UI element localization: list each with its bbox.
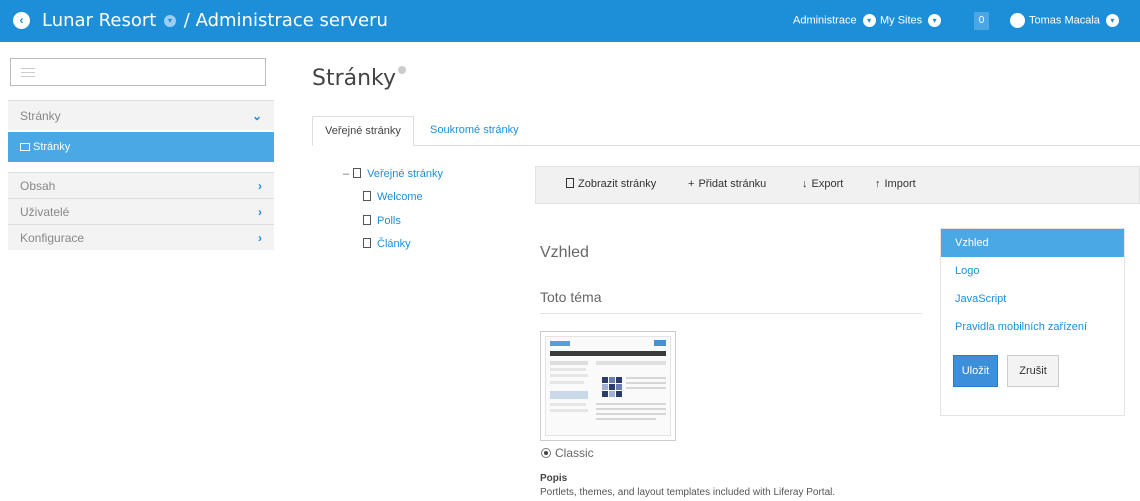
tab-bar: Veřejné stránky Soukromé stránky xyxy=(312,116,1140,146)
tree-item-label[interactable]: Články xyxy=(377,238,411,250)
description-text: Portlets, themes, and layout templates i… xyxy=(540,487,836,498)
tab-private-pages[interactable]: Soukromé stránky xyxy=(418,116,531,146)
page-icon xyxy=(20,143,30,151)
download-icon: ↓ xyxy=(802,178,808,190)
title-separator: / xyxy=(183,10,190,31)
sidebar-item-label: Stránky xyxy=(20,109,61,123)
sidebar-item-label: Uživatelé xyxy=(20,205,70,219)
help-icon[interactable] xyxy=(398,66,407,74)
chevron-right-icon: › xyxy=(258,179,262,193)
sidebar-item-label: Stránky xyxy=(33,141,71,153)
current-theme-heading: Toto téma xyxy=(540,289,602,305)
user-chevron-down-icon[interactable]: ▾ xyxy=(1105,14,1119,27)
add-page-button[interactable]: + Přidat stránku xyxy=(688,178,766,190)
page-icon xyxy=(566,178,574,188)
add-page-label: Přidat stránku xyxy=(698,178,767,190)
chevron-right-icon: › xyxy=(258,205,262,219)
chevron-right-icon: › xyxy=(258,231,262,245)
theme-thumbnail-image xyxy=(545,336,671,436)
section-title: Vzhled xyxy=(540,244,589,261)
page-icon xyxy=(353,168,362,178)
page-title: Stránky xyxy=(312,66,407,91)
theme-name: Classic xyxy=(555,446,594,460)
sidebar-item-konfigurace[interactable]: Konfigurace › xyxy=(8,224,274,250)
user-menu[interactable]: Tomas Macala ▾ xyxy=(1029,14,1119,27)
user-avatar[interactable] xyxy=(1010,13,1025,28)
sidebar-item-label: Konfigurace xyxy=(20,231,85,245)
import-label: Import xyxy=(884,178,916,190)
plus-icon: + xyxy=(688,178,695,190)
menu-lines-icon xyxy=(21,68,35,77)
settings-panel: Vzhled Logo JavaScript Pravidla mobilníc… xyxy=(940,228,1125,416)
sidebar-search-input[interactable] xyxy=(10,58,266,86)
tree-item-label[interactable]: Welcome xyxy=(377,191,423,203)
my-sites-label[interactable]: My Sites xyxy=(880,14,922,26)
tree-item-clanky[interactable]: Články xyxy=(363,238,411,250)
page-icon xyxy=(363,238,371,248)
collapse-icon[interactable]: – xyxy=(343,168,349,180)
site-name[interactable]: Lunar Resort xyxy=(42,10,156,31)
cancel-button[interactable]: Zrušit xyxy=(1007,355,1059,387)
sidebar-item-stranky[interactable]: Stránky xyxy=(8,132,274,162)
tree-root-label[interactable]: Veřejné stránky xyxy=(367,168,443,180)
theme-thumbnail xyxy=(540,331,676,441)
divider xyxy=(540,313,922,314)
panel-item-mobile-rules[interactable]: Pravidla mobilních zařízení xyxy=(941,313,1124,341)
administrace-chevron-down-icon[interactable]: ▾ xyxy=(862,14,876,27)
import-button[interactable]: ↑ Import xyxy=(875,178,916,190)
description-heading: Popis xyxy=(540,473,568,484)
tab-public-pages[interactable]: Veřejné stránky xyxy=(312,116,414,146)
section-name: Administrace serveru xyxy=(195,10,388,31)
site-title[interactable]: Lunar Resort ▾ / Administrace serveru xyxy=(42,10,388,31)
export-label: Export xyxy=(811,178,844,190)
sidebar-item-stranky-group[interactable]: Stránky ⌄ xyxy=(8,100,274,130)
panel-item-javascript[interactable]: JavaScript xyxy=(941,285,1124,313)
sidebar-item-uzivatele[interactable]: Uživatelé › xyxy=(8,198,274,224)
page-title-text: Stránky xyxy=(312,66,397,91)
back-arrow-icon[interactable]: ‹ xyxy=(13,12,30,29)
page-icon xyxy=(363,191,371,201)
tree-item-label[interactable]: Polls xyxy=(377,215,401,227)
export-button[interactable]: ↓ Export xyxy=(802,178,843,190)
view-pages-label: Zobrazit stránky xyxy=(578,178,657,190)
view-pages-button[interactable]: Zobrazit stránky xyxy=(566,178,656,190)
sidebar: Stránky ⌄ Stránky Obsah › Uživatelé › Ko… xyxy=(8,58,274,250)
page-icon xyxy=(363,215,371,225)
sidebar-item-obsah[interactable]: Obsah › xyxy=(8,172,274,198)
panel-item-logo[interactable]: Logo xyxy=(941,257,1124,285)
theme-preview-graphic xyxy=(550,340,666,420)
user-name[interactable]: Tomas Macala xyxy=(1029,14,1100,26)
theme-radio-classic[interactable]: Classic xyxy=(541,446,594,460)
tree-item-welcome[interactable]: Welcome xyxy=(363,191,423,203)
tree-item-polls[interactable]: Polls xyxy=(363,215,401,227)
my-sites-chevron-down-icon[interactable]: ▾ xyxy=(928,14,942,27)
site-chevron-down-icon[interactable]: ▾ xyxy=(164,15,177,27)
page-toolbar: Zobrazit stránky + Přidat stránku ↓ Export… xyxy=(535,166,1140,204)
upload-icon: ↑ xyxy=(875,178,881,190)
tree-root[interactable]: – Veřejné stránky xyxy=(343,168,443,180)
radio-selected-icon[interactable] xyxy=(541,448,551,458)
sidebar-item-label: Obsah xyxy=(20,179,56,193)
notifications-badge[interactable]: 0 xyxy=(974,12,989,30)
my-sites-menu[interactable]: My Sites ▾ xyxy=(880,14,942,27)
administrace-label[interactable]: Administrace xyxy=(793,14,857,26)
administrace-menu[interactable]: Administrace ▾ xyxy=(793,14,876,27)
chevron-down-icon: ⌄ xyxy=(251,109,262,123)
save-button[interactable]: Uložit xyxy=(953,355,998,387)
top-navbar: ‹ Lunar Resort ▾ / Administrace serveru … xyxy=(0,0,1140,42)
panel-item-vzhled[interactable]: Vzhled xyxy=(941,229,1124,257)
